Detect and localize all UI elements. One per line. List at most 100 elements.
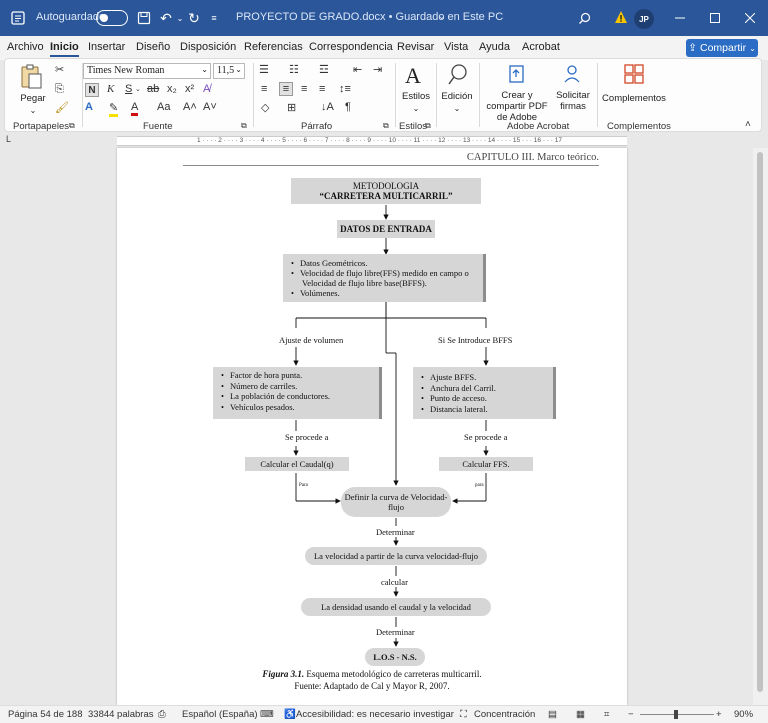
numbering-icon[interactable]: ☷: [289, 63, 299, 76]
chevron-down-icon[interactable]: ⌄: [135, 85, 141, 93]
italic-button[interactable]: K: [107, 83, 114, 95]
create-share-pdf-button[interactable]: Crear y compartir PDF de Adobe: [481, 63, 553, 123]
line-spacing-icon[interactable]: ↕≡: [339, 83, 351, 95]
multilevel-list-icon[interactable]: ☲: [319, 63, 329, 76]
flow-title-line2: “CARRETERA MULTICARRIL”: [319, 191, 453, 201]
paste-button[interactable]: Pegar ⌄: [19, 63, 49, 115]
shrink-font-icon[interactable]: A˅: [203, 101, 217, 113]
format-painter-icon[interactable]: 🖌: [55, 101, 69, 114]
focus-mode[interactable]: Concentración: [474, 709, 535, 720]
minimize-icon[interactable]: [670, 8, 690, 28]
scroll-thumb[interactable]: [757, 152, 763, 692]
addins-button[interactable]: Complementos: [601, 63, 667, 119]
word-count[interactable]: 33844 palabras: [88, 709, 154, 720]
tab-stop-icon[interactable]: L: [6, 134, 11, 144]
strikethrough-button[interactable]: ab: [147, 83, 159, 95]
highlight-icon[interactable]: ✎: [109, 101, 119, 117]
close-icon[interactable]: [740, 8, 760, 28]
tab-revisar[interactable]: Revisar: [397, 41, 434, 53]
tab-archivo[interactable]: Archivo: [7, 41, 44, 53]
grow-font-icon[interactable]: A˄: [183, 101, 197, 113]
calculate-label: calcular: [381, 577, 408, 587]
underline-button[interactable]: S: [125, 83, 132, 95]
customize-toolbar-icon[interactable]: ≡: [204, 8, 224, 28]
align-right-icon[interactable]: ≡: [301, 83, 307, 95]
density-box: La densidad usando el caudal y la veloci…: [301, 598, 491, 616]
tab-inicio[interactable]: Inicio: [50, 41, 79, 57]
autosave-toggle[interactable]: [96, 10, 128, 26]
decrease-indent-icon[interactable]: ⇤: [353, 63, 362, 76]
web-layout-icon[interactable]: ⌗: [604, 709, 609, 720]
increase-indent-icon[interactable]: ⇥: [373, 63, 382, 76]
superscript-button[interactable]: x²: [185, 83, 194, 95]
zoom-out-icon[interactable]: −: [628, 709, 634, 720]
clear-formatting-icon[interactable]: A̸: [203, 83, 210, 95]
language[interactable]: Español (España): [182, 709, 258, 720]
cut-icon[interactable]: ✂: [55, 63, 64, 76]
text-effects-icon[interactable]: A: [85, 101, 93, 113]
redo-icon[interactable]: ↻: [184, 8, 204, 28]
align-center-icon[interactable]: ≡: [279, 82, 293, 96]
tab-vista[interactable]: Vista: [444, 41, 468, 53]
left-item: La población de conductores.: [221, 391, 371, 402]
avatar[interactable]: JP: [634, 9, 654, 29]
document-page[interactable]: CAPITULO III. Marco teórico. METODOLOGIA…: [117, 148, 627, 705]
zoom-slider[interactable]: [640, 710, 714, 719]
clipboard-group-label: Portapapeles: [13, 121, 69, 132]
tab-disposicion[interactable]: Disposición: [180, 41, 236, 53]
predictions-icon[interactable]: ⌨: [260, 709, 274, 720]
tab-insertar[interactable]: Insertar: [88, 41, 125, 53]
zoom-slider-thumb[interactable]: [674, 710, 678, 719]
share-button[interactable]: ⇪ Compartir ⌄: [686, 39, 758, 57]
calc-ffs-box: Calcular FFS.: [439, 457, 533, 471]
dialog-launcher-icon[interactable]: ⧉: [69, 121, 75, 131]
figure-caption: Figura 3.1. Esquema metodológico de carr…: [117, 669, 627, 679]
save-icon[interactable]: [134, 8, 154, 28]
clipboard-icon: [21, 64, 42, 89]
tab-ayuda[interactable]: Ayuda: [479, 41, 510, 53]
accessibility-status[interactable]: Accesibilidad: es necesario investigar: [296, 709, 454, 720]
dialog-launcher-icon[interactable]: ⧉: [383, 121, 389, 131]
bullets-icon[interactable]: ☰: [259, 63, 269, 76]
print-layout-icon[interactable]: ▦: [576, 709, 585, 720]
tab-acrobat[interactable]: Acrobat: [522, 41, 560, 53]
font-size-dropdown[interactable]: 11,5 ⌄: [213, 63, 245, 79]
dialog-launcher-icon[interactable]: ⧉: [241, 121, 247, 131]
editing-button[interactable]: Edición ⌄: [438, 63, 476, 119]
align-left-icon[interactable]: ≡: [261, 83, 267, 95]
zoom-in-icon[interactable]: +: [716, 709, 722, 720]
maximize-icon[interactable]: [705, 8, 725, 28]
sort-icon[interactable]: ↓A: [321, 101, 334, 113]
shading-icon[interactable]: ◇: [261, 101, 269, 114]
copy-icon[interactable]: ⎘: [55, 83, 64, 96]
chevron-down-icon: ⌄: [412, 104, 420, 113]
collapse-ribbon-icon[interactable]: ˄: [745, 119, 751, 130]
tab-diseno[interactable]: Diseño: [136, 41, 170, 53]
warning-icon[interactable]: [614, 10, 628, 24]
vertical-scrollbar[interactable]: [753, 148, 768, 705]
read-mode-icon[interactable]: ▤: [548, 709, 557, 720]
document-title[interactable]: PROYECTO DE GRADO.docx • Guardado en Est…: [236, 11, 503, 23]
zoom-level[interactable]: 90%: [734, 709, 753, 720]
show-formatting-icon[interactable]: ¶: [345, 101, 351, 113]
search-icon[interactable]: [574, 8, 594, 28]
change-case-button[interactable]: Aa: [157, 101, 170, 113]
bold-button[interactable]: N: [85, 83, 99, 97]
page-count[interactable]: Página 54 de 188: [8, 709, 82, 720]
borders-icon[interactable]: ⊞: [287, 101, 296, 114]
styles-button[interactable]: A Estilos ⌄: [399, 63, 433, 119]
dialog-launcher-icon[interactable]: ⧉: [425, 121, 431, 131]
font-name-dropdown[interactable]: Times New Roman ⌄: [83, 63, 211, 79]
font-color-icon[interactable]: A: [131, 101, 139, 116]
word-app-icon[interactable]: [8, 8, 28, 28]
tab-correspondencia[interactable]: Correspondencia: [309, 41, 393, 53]
request-signatures-button[interactable]: Solicitar firmas: [553, 63, 593, 119]
justify-icon[interactable]: ≡: [319, 83, 325, 95]
subscript-button[interactable]: x₂: [167, 83, 177, 95]
chevron-down-icon[interactable]: ⌄: [438, 11, 446, 22]
proofing-icon[interactable]: ⎙: [158, 709, 166, 720]
ruler-track[interactable]: 1 · · · · 2 · · · · 3 · · · · 4 · · · · …: [117, 136, 627, 146]
calc-flow-box: Calcular el Caudal(q): [245, 457, 349, 471]
tab-referencias[interactable]: Referencias: [244, 41, 303, 53]
para-right-label: para: [475, 483, 484, 488]
